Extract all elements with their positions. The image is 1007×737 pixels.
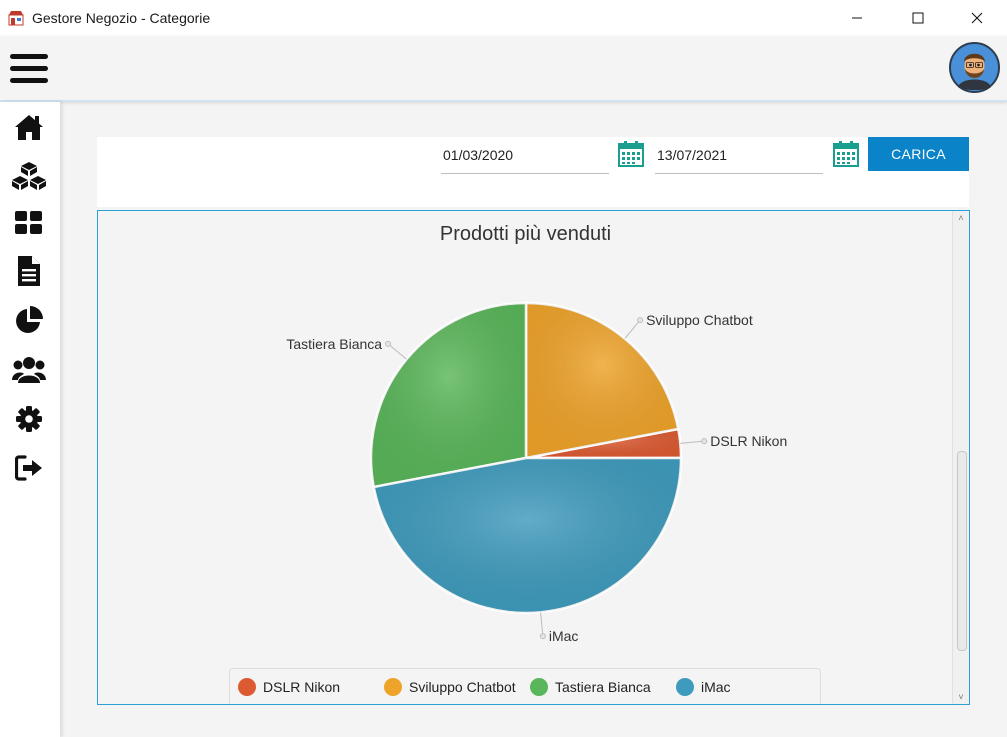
scroll-up-icon[interactable]: ˄ xyxy=(956,214,966,223)
pie-label-dot xyxy=(701,438,708,445)
pie-label: Sviluppo Chatbot xyxy=(646,312,753,328)
scroll-thumb[interactable] xyxy=(957,451,967,651)
minimize-icon xyxy=(852,17,862,19)
sidebar-item-products[interactable] xyxy=(12,159,46,193)
legend-item: DSLR Nikon xyxy=(238,677,340,697)
chart-legend: DSLR Nikon Sviluppo Chatbot Tastiera Bianc… xyxy=(229,668,821,704)
sidebar-item-settings[interactable] xyxy=(12,402,46,436)
maximize-icon xyxy=(912,12,924,24)
legend-item: iMac xyxy=(676,677,731,697)
maximize-button[interactable] xyxy=(895,0,941,36)
legend-dot xyxy=(384,678,402,696)
pie-label-line xyxy=(680,440,705,444)
close-icon xyxy=(971,12,983,24)
pie-slice-shade xyxy=(373,458,681,613)
load-button[interactable]: CARICA xyxy=(868,137,969,171)
pie-chart-icon xyxy=(16,306,43,333)
legend-item: Tastiera Bianca xyxy=(530,677,651,697)
gear-icon xyxy=(16,406,42,432)
window-title: Gestore Negozio - Categorie xyxy=(32,10,211,26)
scroll-down-icon[interactable]: ˅ xyxy=(956,693,966,702)
top-toolbar xyxy=(0,36,1007,102)
pie-label-dot xyxy=(385,340,392,347)
avatar[interactable] xyxy=(949,42,1000,93)
pie-slice-shade xyxy=(371,303,526,488)
sidebar-item-home[interactable] xyxy=(12,110,46,144)
vertical-scrollbar[interactable]: ˄ ˅ xyxy=(952,211,969,704)
legend-dot xyxy=(530,678,548,696)
grid-icon xyxy=(15,211,42,234)
legend-label: Tastiera Bianca xyxy=(555,679,651,695)
pie-chart: DSLR Nikon Sviluppo Chatbot Tastiera Bianc… xyxy=(286,301,787,644)
minimize-button[interactable] xyxy=(834,0,880,36)
date-to-input[interactable] xyxy=(655,139,817,171)
pie-label: Tastiera Bianca xyxy=(286,336,382,352)
pie-label: DSLR Nikon xyxy=(710,433,787,449)
legend-dot xyxy=(238,678,256,696)
legend-item: Sviluppo Chatbot xyxy=(384,677,516,697)
pie-label-line xyxy=(540,612,544,637)
sidebar-item-users[interactable] xyxy=(12,352,46,386)
sidebar-item-categories[interactable] xyxy=(12,206,46,240)
menu-icon[interactable] xyxy=(10,54,48,84)
date-to-field[interactable] xyxy=(655,139,823,174)
date-from-input[interactable] xyxy=(441,139,603,171)
pie-label: iMac xyxy=(549,628,579,644)
window-titlebar: Gestore Negozio - Categorie xyxy=(0,0,1007,36)
users-icon xyxy=(12,357,46,383)
sidebar-item-documents[interactable] xyxy=(12,254,46,288)
close-button[interactable] xyxy=(954,0,1000,36)
document-icon xyxy=(18,256,40,286)
pie-label-dot xyxy=(637,317,644,324)
legend-label: DSLR Nikon xyxy=(263,679,341,695)
store-icon xyxy=(8,11,24,26)
pie-label-dot xyxy=(539,633,546,640)
calendar-to-icon[interactable] xyxy=(833,141,859,167)
boxes-icon xyxy=(12,162,46,190)
date-filter-bar: CARICA xyxy=(97,137,969,207)
sidebar-item-statistics[interactable] xyxy=(12,303,46,337)
chart-panel: Prodotti più venduti DSLR Nikon Sviluppo … xyxy=(97,210,970,705)
legend-label: iMac xyxy=(701,679,731,695)
pie-label-line xyxy=(387,343,407,360)
calendar-from-icon[interactable] xyxy=(618,141,644,167)
legend-label: Sviluppo Chatbot xyxy=(409,679,516,695)
sidebar-item-logout[interactable] xyxy=(12,451,46,485)
sidebar xyxy=(0,102,60,737)
home-icon xyxy=(15,115,43,140)
pie-label-line xyxy=(624,319,641,339)
legend-dot xyxy=(676,678,694,696)
logout-icon xyxy=(15,455,42,481)
date-from-field[interactable] xyxy=(441,139,609,174)
